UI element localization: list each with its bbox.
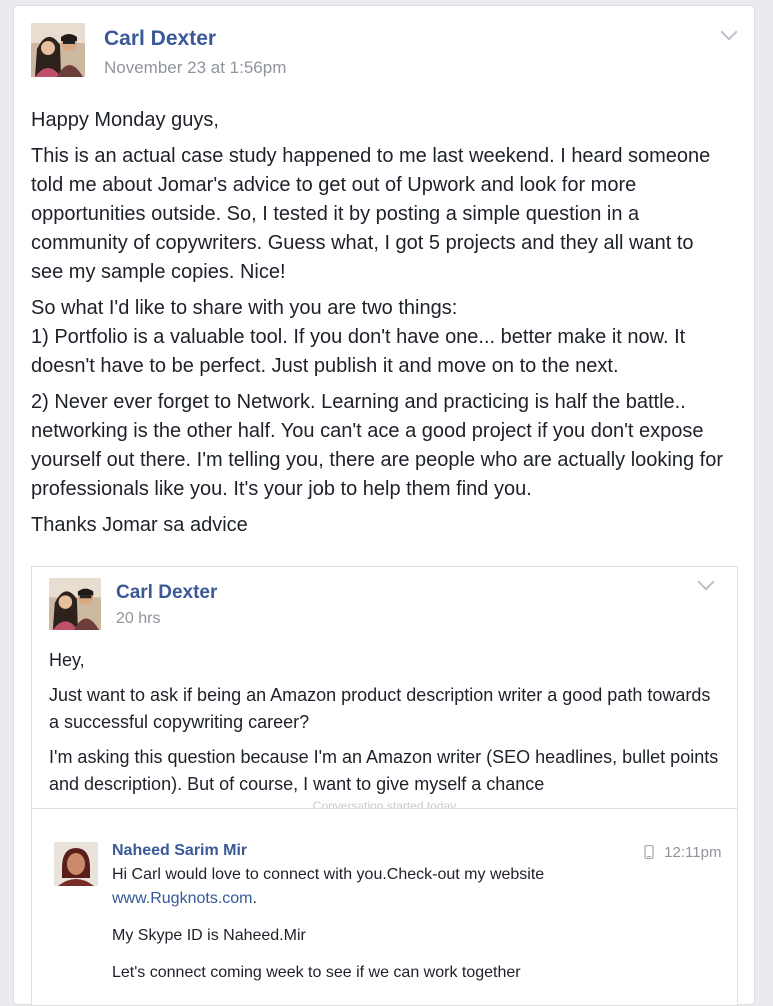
- post-paragraph: Thanks Jomar sa advice: [31, 514, 248, 536]
- post-timestamp[interactable]: November 23 at 1:56pm: [104, 58, 286, 78]
- message-line: Hi Carl would love to connect with you.C…: [112, 866, 545, 883]
- avatar-photo: [31, 23, 85, 77]
- avatar-photo: [49, 578, 101, 630]
- mobile-phone-icon: [644, 844, 654, 860]
- shared-author-avatar[interactable]: [49, 578, 101, 630]
- shared-timestamp[interactable]: 20 hrs: [116, 610, 160, 628]
- post-paragraph: So what I'd like to share with you are t…: [31, 297, 458, 319]
- shared-post-text: Hey, Just want to ask if being an Amazon…: [49, 647, 719, 806]
- sender-avatar[interactable]: [54, 842, 98, 886]
- message-panel: Naheed Sarim Mir 12:11pm Hi Carl would l…: [32, 808, 737, 1005]
- sender-name[interactable]: Naheed Sarim Mir: [112, 842, 247, 860]
- post-paragraph: 2) Never ever forget to Network. Learnin…: [31, 391, 723, 500]
- avatar-photo: [54, 842, 98, 886]
- conversation-divider: Conversation started today: [312, 800, 457, 808]
- shared-paragraph: Hey,: [49, 650, 85, 670]
- message-line: Let's connect coming week to see if we c…: [112, 964, 521, 981]
- shared-paragraph: Just want to ask if being an Amazon prod…: [49, 685, 711, 732]
- author-avatar[interactable]: [31, 23, 85, 77]
- post-paragraph: 1) Portfolio is a valuable tool. If you …: [31, 326, 686, 377]
- chevron-down-icon[interactable]: [697, 573, 715, 591]
- shared-post[interactable]: Carl Dexter 20 hrs Hey, Just want to ask…: [31, 566, 738, 1006]
- post-paragraph: Happy Monday guys,: [31, 109, 219, 131]
- message-time-text: 12:11pm: [664, 844, 722, 861]
- post-card: Carl Dexter November 23 at 1:56pm Happy …: [13, 5, 755, 1006]
- message-line: My Skype ID is Naheed.Mir: [112, 927, 306, 944]
- shared-paragraph: I'm asking this question because I'm an …: [49, 747, 719, 794]
- message-link-line: www.Rugknots.com.: [112, 889, 712, 909]
- link-suffix: .: [252, 890, 257, 907]
- chevron-down-icon[interactable]: [720, 23, 738, 41]
- website-link[interactable]: www.Rugknots.com: [112, 890, 253, 907]
- message-body: Hi Carl would love to connect with you.C…: [112, 865, 712, 1000]
- post-author-name[interactable]: Carl Dexter: [104, 27, 216, 51]
- post-body: Happy Monday guys, This is an actual cas…: [31, 106, 731, 547]
- post-paragraph: This is an actual case study happened to…: [31, 145, 711, 283]
- shared-author-name[interactable]: Carl Dexter: [116, 582, 217, 604]
- message-time: 12:11pm: [644, 844, 721, 861]
